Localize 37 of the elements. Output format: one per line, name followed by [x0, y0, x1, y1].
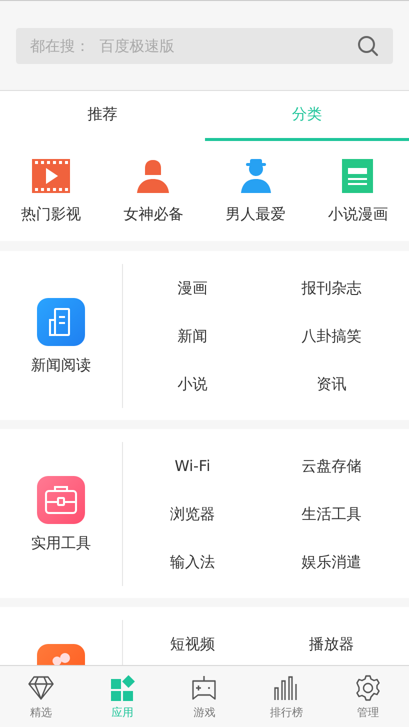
subcategory-link[interactable]: 娱乐消遣: [302, 550, 362, 574]
category-label[interactable]: 女神必备: [123, 205, 184, 224]
search-field[interactable]: 都在搜： 百度极速版: [16, 28, 393, 64]
nav-tab[interactable]: 管理: [327, 666, 409, 727]
subcategory-link[interactable]: 浏览器: [170, 502, 215, 526]
subcategory-link[interactable]: Wi-Fi: [174, 455, 210, 477]
film-icon[interactable]: [32, 159, 70, 193]
subcategory-link[interactable]: 报刊杂志: [302, 276, 362, 300]
settings-icon: [354, 674, 382, 702]
diamond-icon: [26, 674, 55, 702]
category-label[interactable]: 男人最爱: [226, 205, 286, 224]
section-title: 实用工具: [31, 534, 91, 552]
subcategory-link[interactable]: 漫画: [178, 276, 208, 300]
subcategory-link[interactable]: 云盘存储: [302, 454, 362, 478]
search-icon[interactable]: [357, 35, 379, 57]
toolbox-icon: [37, 476, 85, 524]
man-icon[interactable]: [240, 159, 272, 193]
grid-icon: [108, 674, 137, 702]
subcategory-link[interactable]: 播放器: [309, 632, 354, 656]
tab[interactable]: 推荐: [0, 91, 204, 141]
subcategory-link[interactable]: 短视频: [170, 632, 215, 656]
subcategory-link[interactable]: 生活工具: [302, 502, 362, 526]
nav-tab[interactable]: 游戏: [164, 666, 246, 727]
subcategory-link[interactable]: 资讯: [316, 372, 346, 396]
woman-icon[interactable]: [137, 159, 170, 193]
subcategory-link[interactable]: 八卦搞笑: [302, 324, 362, 348]
subcategory-link[interactable]: 输入法: [170, 550, 215, 574]
gamepad-icon: [190, 674, 218, 702]
document-icon: [37, 298, 85, 346]
book-icon[interactable]: [342, 159, 374, 193]
subcategory-link[interactable]: 小说: [178, 372, 208, 396]
category-label[interactable]: 热门影视: [21, 205, 82, 224]
nav-tab[interactable]: 精选: [0, 666, 82, 727]
section-title: 新闻阅读: [31, 356, 91, 374]
nav-tab[interactable]: 排行榜: [245, 666, 328, 727]
subcategory-link[interactable]: 新闻: [178, 324, 208, 348]
category-label[interactable]: 小说漫画: [328, 205, 388, 224]
